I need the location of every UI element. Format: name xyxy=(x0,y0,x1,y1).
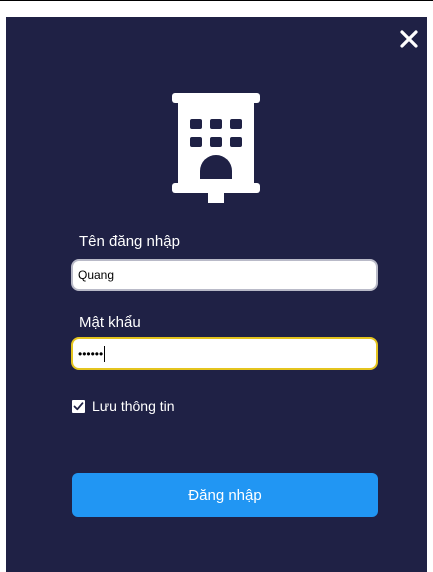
close-icon xyxy=(400,30,418,48)
username-label: Tên đăng nhập xyxy=(79,233,180,250)
password-value: •••••• xyxy=(78,346,104,361)
check-icon xyxy=(73,401,84,410)
text-caret xyxy=(104,345,106,362)
username-value: Quang xyxy=(78,268,115,282)
login-button[interactable]: Đăng nhập xyxy=(72,473,378,517)
username-field[interactable]: Quang xyxy=(71,259,378,291)
login-window: Tên đăng nhập Quang Mật khẩu •••••• Lưu … xyxy=(6,17,427,572)
remember-label: Lưu thông tin xyxy=(92,398,175,414)
password-label: Mật khẩu xyxy=(79,314,141,331)
remember-checkbox[interactable]: Lưu thông tin xyxy=(72,398,175,414)
password-field[interactable]: •••••• xyxy=(71,337,378,370)
top-divider xyxy=(0,0,433,1)
checkbox-box[interactable] xyxy=(72,399,85,413)
building-icon xyxy=(172,93,260,203)
close-button[interactable] xyxy=(397,27,421,51)
